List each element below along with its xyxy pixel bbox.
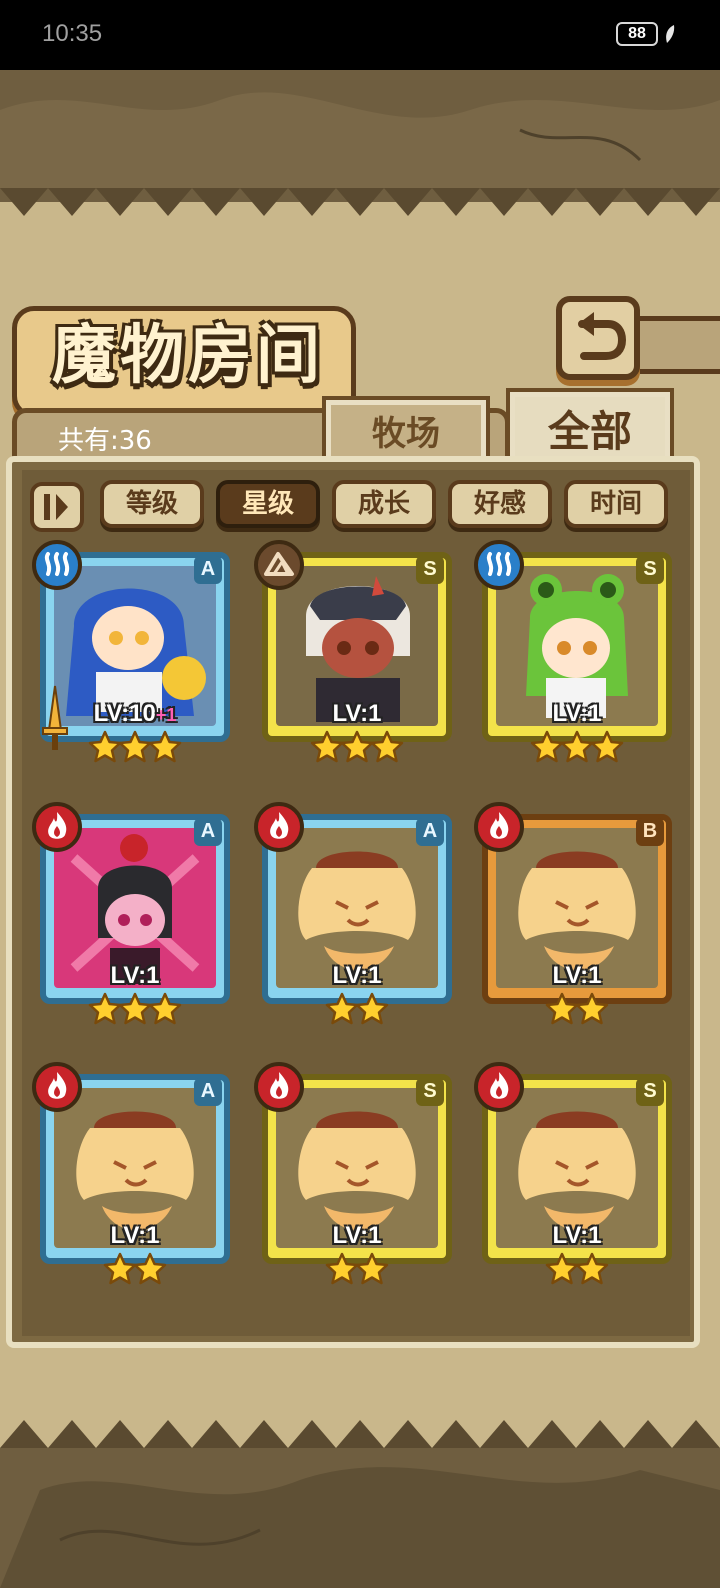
water-icon bbox=[474, 540, 524, 590]
monster-level: LV:1 bbox=[552, 700, 602, 727]
grade-badge: S bbox=[416, 1078, 444, 1106]
battery-indicator: 88 bbox=[616, 22, 658, 46]
grade-badge: A bbox=[194, 818, 222, 846]
panel-zigzag-top bbox=[0, 188, 720, 216]
sort-by-level-button[interactable]: 等级 bbox=[100, 480, 204, 528]
star-rating bbox=[262, 730, 452, 768]
earth-icon bbox=[254, 540, 304, 590]
star-rating bbox=[40, 730, 230, 768]
sort-by-growth-button[interactable]: 成长 bbox=[332, 480, 436, 528]
star-icon bbox=[88, 992, 122, 1025]
star-icon bbox=[575, 992, 609, 1025]
monster-card[interactable]: S LV:1 bbox=[254, 540, 452, 764]
star-rating bbox=[40, 992, 230, 1030]
fire-icon bbox=[254, 802, 304, 852]
monster-level: LV:1 bbox=[110, 962, 160, 989]
monster-card[interactable]: A LV:10+1 bbox=[32, 540, 230, 764]
grade-badge: S bbox=[636, 1078, 664, 1106]
star-icon bbox=[310, 730, 344, 763]
grade-badge: B bbox=[636, 818, 664, 846]
sort-order-toggle[interactable] bbox=[30, 482, 84, 532]
star-icon bbox=[530, 730, 564, 763]
monster-card[interactable]: S LV:1 bbox=[474, 540, 672, 764]
sort-by-affection-button[interactable]: 好感 bbox=[448, 480, 552, 528]
monster-count: 共有:36 bbox=[58, 426, 152, 456]
star-rating bbox=[482, 992, 672, 1030]
star-icon bbox=[88, 730, 122, 763]
grade-badge: S bbox=[636, 556, 664, 584]
sort-by-time-button[interactable]: 时间 bbox=[564, 480, 668, 528]
star-rating bbox=[262, 992, 452, 1030]
fire-icon bbox=[474, 1062, 524, 1112]
star-icon bbox=[118, 730, 152, 763]
star-rating bbox=[482, 1252, 672, 1290]
grade-badge: A bbox=[194, 1078, 222, 1106]
grade-badge: A bbox=[416, 818, 444, 846]
star-rating bbox=[482, 730, 672, 768]
leaf-icon bbox=[666, 25, 675, 43]
back-button-strip bbox=[640, 316, 720, 374]
sort-order-icon bbox=[44, 494, 68, 520]
star-icon bbox=[148, 992, 182, 1025]
status-time: 10:35 bbox=[42, 20, 103, 47]
star-icon bbox=[355, 992, 389, 1025]
star-rating bbox=[262, 1252, 452, 1290]
monster-level: LV:1 bbox=[110, 1222, 160, 1249]
panel-zigzag-bottom bbox=[0, 1420, 720, 1448]
monster-level: LV:1 bbox=[552, 1222, 602, 1249]
star-icon bbox=[590, 730, 624, 763]
monster-card[interactable]: A LV:1 bbox=[254, 802, 452, 1026]
star-icon bbox=[325, 992, 359, 1025]
monster-level: LV:1 bbox=[332, 1222, 382, 1249]
water-icon bbox=[32, 540, 82, 590]
monster-card[interactable]: A LV:1 bbox=[32, 802, 230, 1026]
back-button[interactable] bbox=[556, 296, 640, 380]
monster-level: LV:1 bbox=[332, 700, 382, 727]
star-icon bbox=[148, 730, 182, 763]
grade-badge: A bbox=[194, 556, 222, 584]
grade-badge: S bbox=[416, 556, 444, 584]
monster-card[interactable]: A LV:1 bbox=[32, 1062, 230, 1286]
monster-card[interactable]: S LV:1 bbox=[254, 1062, 452, 1286]
monster-level: LV:10+1 bbox=[93, 700, 177, 727]
monster-card[interactable]: B LV:1 bbox=[474, 802, 672, 1026]
star-icon bbox=[133, 1252, 167, 1285]
star-icon bbox=[325, 1252, 359, 1285]
star-icon bbox=[545, 1252, 579, 1285]
fire-icon bbox=[32, 1062, 82, 1112]
star-icon bbox=[118, 992, 152, 1025]
monster-level: LV:1 bbox=[552, 962, 602, 989]
star-icon bbox=[340, 730, 374, 763]
star-icon bbox=[545, 992, 579, 1025]
fire-icon bbox=[32, 802, 82, 852]
level-bonus: +1 bbox=[155, 705, 177, 725]
star-rating bbox=[40, 1252, 230, 1290]
sort-by-star-button[interactable]: 星级 bbox=[216, 480, 320, 528]
star-icon bbox=[560, 730, 594, 763]
monster-card[interactable]: S LV:1 bbox=[474, 1062, 672, 1286]
star-icon bbox=[370, 730, 404, 763]
fire-icon bbox=[254, 1062, 304, 1112]
star-icon bbox=[575, 1252, 609, 1285]
star-icon bbox=[103, 1252, 137, 1285]
return-arrow-icon bbox=[578, 312, 627, 360]
star-icon bbox=[355, 1252, 389, 1285]
page-title: 魔物房间 bbox=[52, 318, 324, 393]
game-scene: 魔物房间 共有:36 牧场 全部 等级 星级 成长 好感 时间 A LV:10+1… bbox=[0, 70, 720, 1588]
status-bar: 10:35 88 bbox=[0, 0, 720, 70]
monster-level: LV:1 bbox=[332, 962, 382, 989]
fire-icon bbox=[474, 802, 524, 852]
